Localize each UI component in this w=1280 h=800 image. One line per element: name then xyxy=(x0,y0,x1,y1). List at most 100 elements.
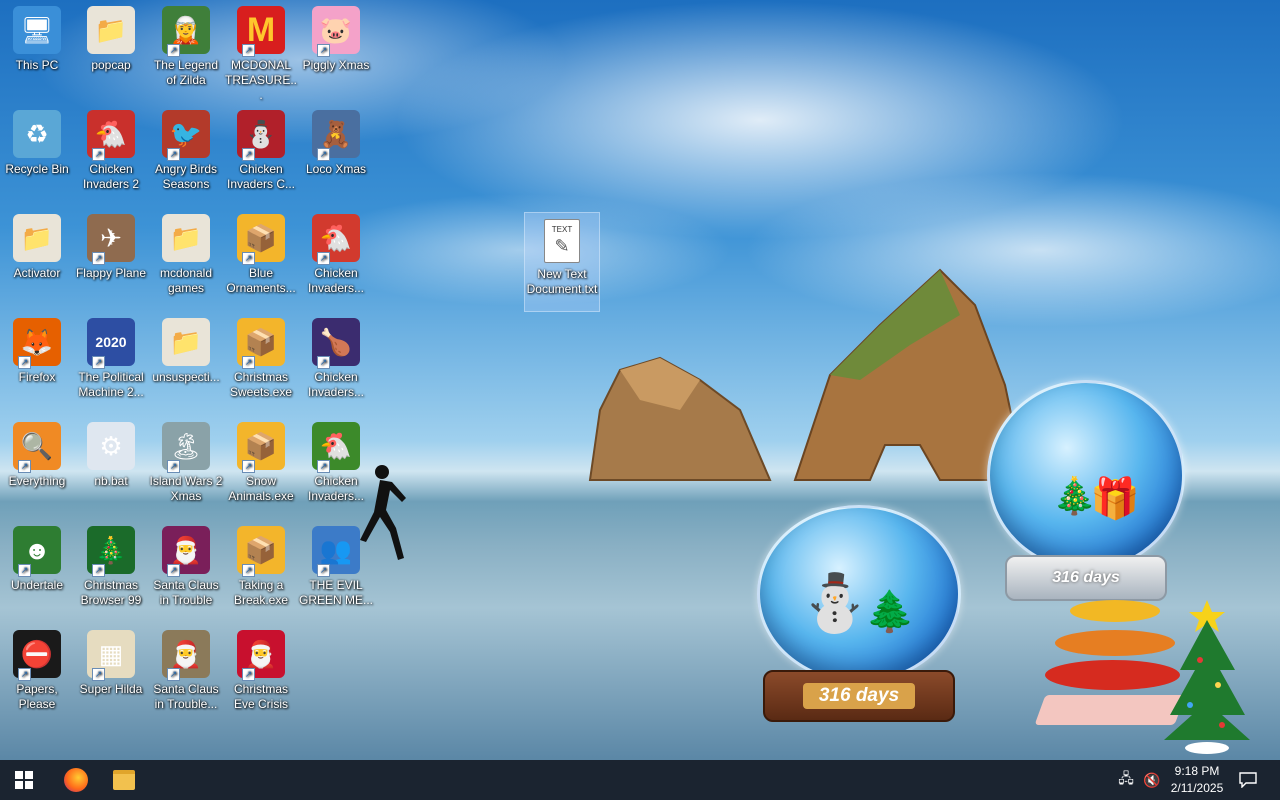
network-icon[interactable]: 🖧 xyxy=(1112,760,1140,800)
notification-icon xyxy=(1239,772,1257,788)
gift-box-icon: 🎁 xyxy=(1090,477,1140,521)
desktop-icon[interactable]: 📦 ↗ Blue Ornaments... xyxy=(224,208,298,296)
volume-muted-icon[interactable]: 🔇 xyxy=(1138,760,1166,800)
desktop-icon-label: Loco Xmas xyxy=(305,162,367,176)
desktop-icon[interactable]: 🎅 ↗ Santa Claus in Trouble... xyxy=(149,624,223,712)
snow-globe-widget-left[interactable]: ⛄ 🌲 316 days xyxy=(755,505,961,725)
folder-icon: 📁 xyxy=(87,6,135,54)
desktop-icon[interactable]: 📁 Activator xyxy=(0,208,74,281)
desktop-icon-label: Undertale xyxy=(10,578,64,592)
windows-logo-icon xyxy=(15,771,33,789)
desktop-icon-label: New Text Document.txt xyxy=(526,267,598,296)
snow-globe-widget-right[interactable]: 🎄 🎁 316 days xyxy=(985,380,1185,605)
desktop-icon-new-text-document[interactable]: TEXT ✎ New Text Document.txt xyxy=(524,212,600,312)
desktop-icon-label: Activator xyxy=(13,266,61,280)
desktop-icon-label: Chicken Invaders... xyxy=(307,266,365,295)
shortcut-arrow-icon: ↗ xyxy=(92,356,105,369)
desktop-icon-label: THE EVIL GREEN ME... xyxy=(299,578,374,607)
desktop-icon[interactable]: 📦 ↗ Taking a Break.exe xyxy=(224,520,298,608)
shortcut-arrow-icon: ↗ xyxy=(242,148,255,161)
desktop-icon[interactable]: 👥 ↗ THE EVIL GREEN ME... xyxy=(299,520,373,608)
desktop-icon[interactable]: 🦊 ↗ Firefox xyxy=(0,312,74,385)
shortcut-arrow-icon: ↗ xyxy=(18,564,31,577)
shortcut-arrow-icon: ↗ xyxy=(317,148,330,161)
desktop-icon[interactable]: 🐔 ↗ Chicken Invaders... xyxy=(299,208,373,296)
desktop-icon[interactable]: ⛄ ↗ Chicken Invaders C... xyxy=(224,104,298,192)
shortcut-arrow-icon: ↗ xyxy=(92,148,105,161)
desktop-icon[interactable]: 📦 ↗ Snow Animals.exe xyxy=(224,416,298,504)
shortcut-arrow-icon: ↗ xyxy=(167,564,180,577)
desktop-icon[interactable]: ♻ Recycle Bin xyxy=(0,104,74,177)
desktop-icon[interactable]: 🔍 ↗ Everything xyxy=(0,416,74,489)
desktop-icon-label: nb.bat xyxy=(94,474,128,488)
desktop-icon[interactable]: 🏝 ↗ Island Wars 2 Xmas xyxy=(149,416,223,504)
batch-file-icon: ⚙ xyxy=(87,422,135,470)
shortcut-arrow-icon: ↗ xyxy=(18,460,31,473)
system-clock[interactable]: 9:18 PM 2/11/2025 xyxy=(1164,760,1230,800)
shortcut-arrow-icon: ↗ xyxy=(242,564,255,577)
desktop-icon[interactable]: 🐷 ↗ Piggly Xmas xyxy=(299,0,373,73)
shortcut-arrow-icon: ↗ xyxy=(242,460,255,473)
taskbar-file-explorer-button[interactable] xyxy=(100,760,148,800)
desktop-icon-label: Santa Claus in Trouble... xyxy=(153,682,219,711)
desktop-icon[interactable]: 🎅 ↗ Christmas Eve Crisis xyxy=(224,624,298,712)
desktop-icon[interactable]: 🐔 ↗ Chicken Invaders 2 xyxy=(74,104,148,192)
shortcut-arrow-icon: ↗ xyxy=(18,668,31,681)
christmas-tree-decoration xyxy=(1160,590,1255,755)
desktop-icon-label: Chicken Invaders 2 xyxy=(82,162,140,191)
clock-date: 2/11/2025 xyxy=(1170,781,1224,795)
desktop-icon-label: Island Wars 2 Xmas xyxy=(149,474,223,503)
desktop-icon-label: Papers, Please xyxy=(16,682,58,711)
desktop-icon-label: Recycle Bin xyxy=(5,162,69,176)
desktop-icon-label: Firefox xyxy=(18,370,56,384)
folder-icon: 📁 xyxy=(13,214,61,262)
shortcut-arrow-icon: ↗ xyxy=(317,44,330,57)
wallpaper-rock-small xyxy=(588,356,772,481)
folder-icon xyxy=(113,770,135,790)
desktop-icon[interactable]: ☻ ↗ Undertale xyxy=(0,520,74,593)
desktop-icon[interactable]: 📁 mcdonald games xyxy=(149,208,223,296)
shortcut-arrow-icon: ↗ xyxy=(167,148,180,161)
desktop-icon[interactable]: 🐦 ↗ Angry Birds Seasons xyxy=(149,104,223,192)
desktop-icon[interactable]: 🎄 ↗ Christmas Browser 99 xyxy=(74,520,148,608)
shortcut-arrow-icon: ↗ xyxy=(317,564,330,577)
desktop-icon-label: MCDONAL TREASURE... xyxy=(224,58,297,102)
desktop-icon[interactable]: 🧸 ↗ Loco Xmas xyxy=(299,104,373,177)
desktop-icon-label: Super Hilda xyxy=(79,682,143,696)
taskbar-firefox-button[interactable] xyxy=(52,760,100,800)
shortcut-arrow-icon: ↗ xyxy=(18,356,31,369)
desktop-icon-label: Piggly Xmas xyxy=(302,58,370,72)
desktop-icon[interactable]: 🖥 This PC xyxy=(0,0,74,73)
desktop-icon[interactable]: 🎅 ↗ Santa Claus in Trouble xyxy=(149,520,223,608)
desktop-icon[interactable]: 🐔 ↗ Chicken Invaders... xyxy=(299,416,373,504)
desktop-icon[interactable]: 🍗 ↗ Chicken Invaders... xyxy=(299,312,373,400)
desktop-icon[interactable]: ▦ ↗ Super Hilda xyxy=(74,624,148,697)
desktop-icon[interactable]: 📁 unsuspecti... xyxy=(149,312,223,385)
desktop-icon-label: Christmas Sweets.exe xyxy=(229,370,293,399)
action-center-button[interactable] xyxy=(1232,760,1264,800)
desktop-icon[interactable]: 📁 popcap xyxy=(74,0,148,73)
desktop-icon-label: Santa Claus in Trouble xyxy=(153,578,219,607)
desktop-icon-label: The Political Machine 2... xyxy=(78,370,144,399)
desktop-icon[interactable]: 📦 ↗ Christmas Sweets.exe xyxy=(224,312,298,400)
desktop-icon-label: The Legend of Zilda xyxy=(153,58,219,87)
desktop-icon[interactable]: ✈ ↗ Flappy Plane xyxy=(74,208,148,281)
desktop-icon-label: popcap xyxy=(91,58,131,72)
firefox-icon xyxy=(64,768,88,792)
desktop-icon-label: Blue Ornaments... xyxy=(226,266,296,295)
desktop-icon[interactable]: 2020 ↗ The Political Machine 2... xyxy=(74,312,148,400)
desktop-icon-label: unsuspecti... xyxy=(152,370,220,384)
spiral-tree-decoration xyxy=(1034,600,1186,730)
shortcut-arrow-icon: ↗ xyxy=(317,460,330,473)
desktop-icon[interactable]: ⛔ ↗ Papers, Please xyxy=(0,624,74,712)
shortcut-arrow-icon: ↗ xyxy=(242,252,255,265)
desktop-icon[interactable]: M ↗ MCDONAL TREASURE... xyxy=(224,0,298,103)
desktop-icon[interactable]: 🧝 ↗ The Legend of Zilda xyxy=(149,0,223,88)
desktop-icon[interactable]: ⚙ nb.bat xyxy=(74,416,148,489)
shortcut-arrow-icon: ↗ xyxy=(167,44,180,57)
snow-globe-gifts: 🎄 🎁 xyxy=(987,380,1185,571)
recycle-bin-icon: ♻ xyxy=(13,110,61,158)
snow-globe-snowman: ⛄ 🌲 xyxy=(757,505,961,683)
pine-tree-icon: 🌲 xyxy=(865,590,915,634)
start-button[interactable] xyxy=(0,760,48,800)
